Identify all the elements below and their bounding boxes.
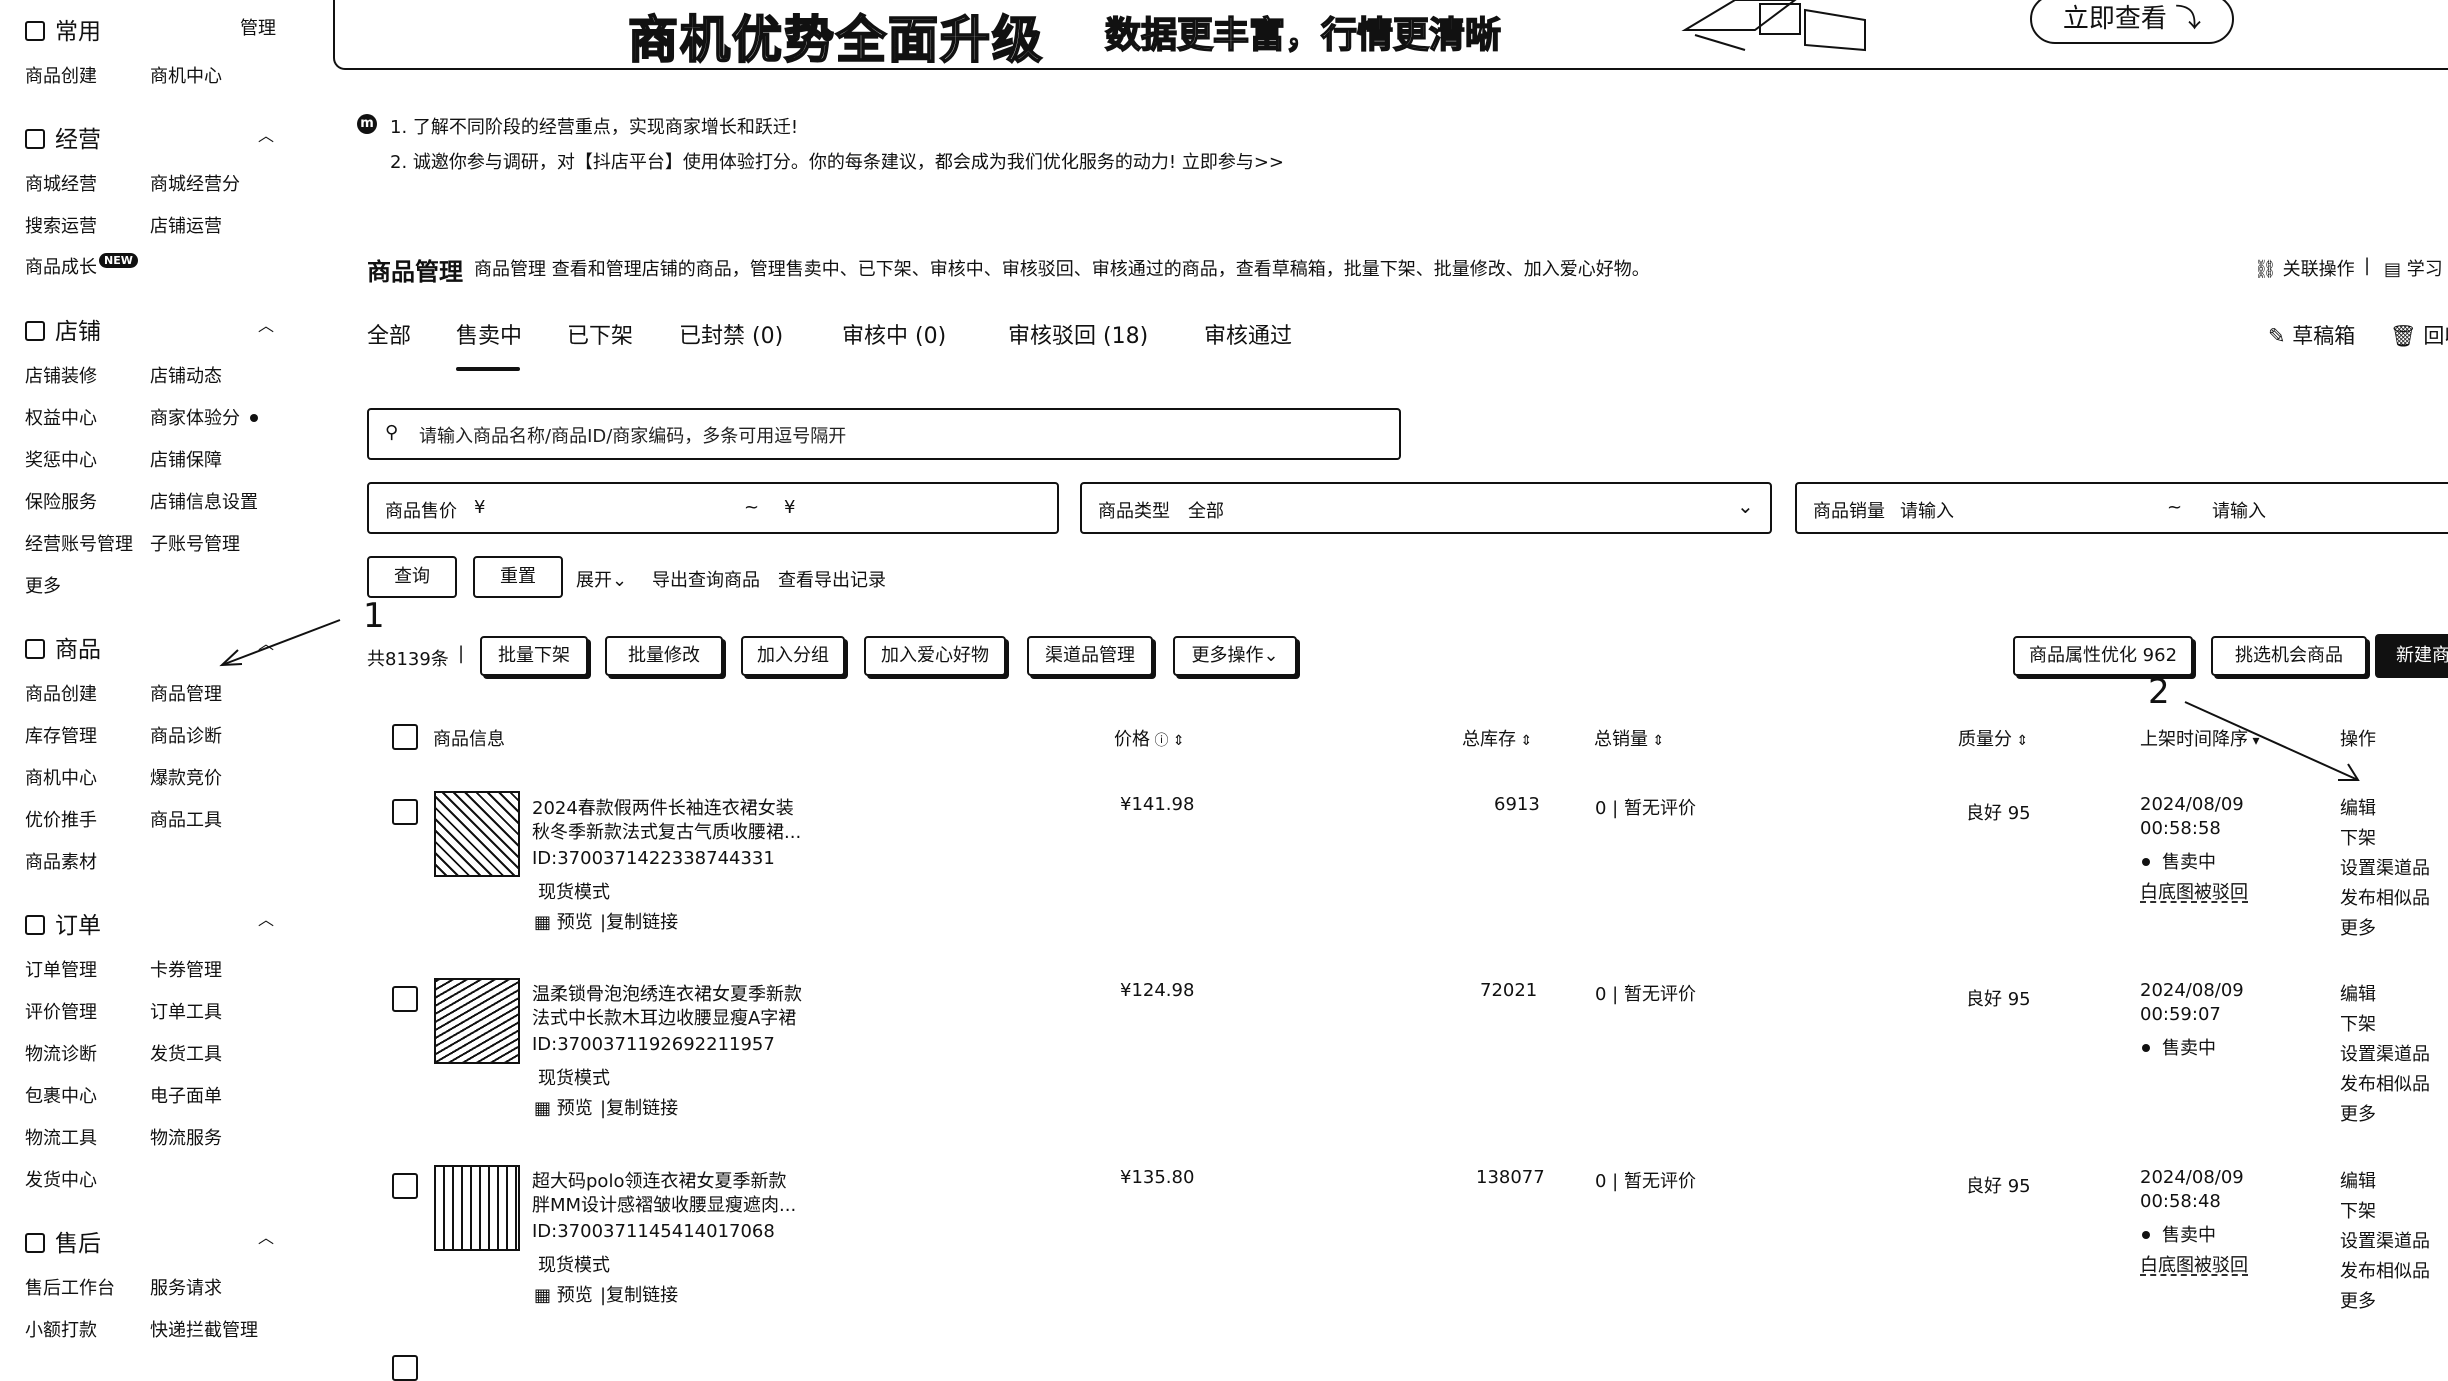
annotation-arrows bbox=[219, 619, 2360, 781]
